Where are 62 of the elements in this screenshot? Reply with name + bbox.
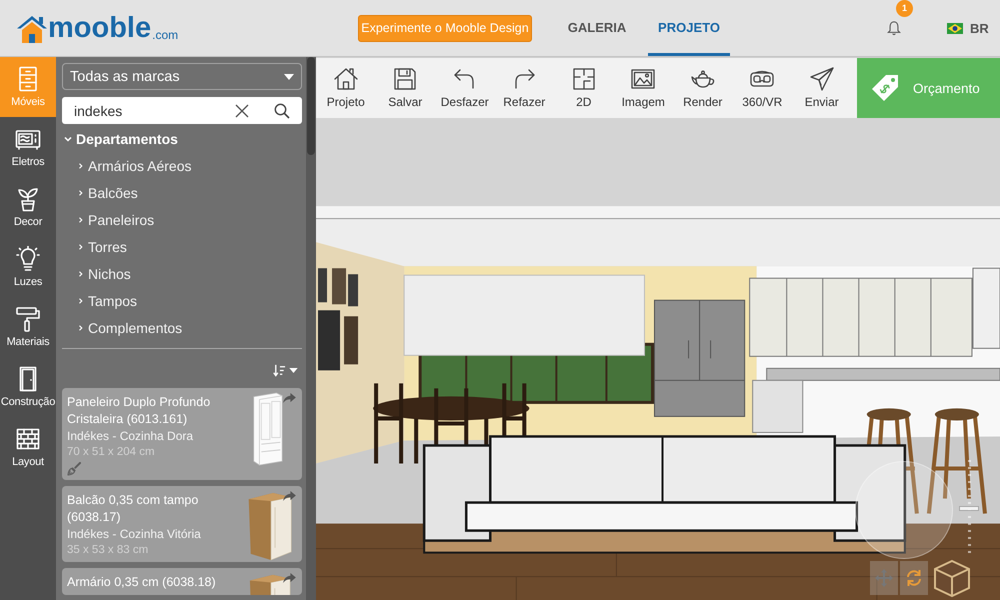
paper-plane-icon bbox=[808, 66, 835, 92]
search-field[interactable]: indekes bbox=[62, 97, 302, 124]
category-tab[interactable]: Construção bbox=[0, 357, 56, 417]
tree-item[interactable]: Paneleiros bbox=[62, 206, 302, 233]
tree-item[interactable]: Tampos bbox=[62, 287, 302, 314]
toolbar-button[interactable]: Projeto bbox=[316, 58, 376, 118]
toolbar-button[interactable]: 2D bbox=[554, 58, 614, 118]
category-tab[interactable]: Materiais bbox=[0, 297, 56, 357]
language-selector[interactable]: BR bbox=[970, 20, 989, 36]
product-brand: Indékes - Cozinha Vitória bbox=[67, 526, 201, 542]
zoom-thumb[interactable] bbox=[959, 506, 979, 510]
product-title: Balcão 0,35 com tampo (6038.17) bbox=[67, 492, 200, 526]
logo-domain: .com bbox=[152, 28, 178, 42]
share-arrow-icon[interactable] bbox=[283, 573, 296, 583]
toolbar-button[interactable]: 360/VR bbox=[732, 58, 792, 118]
wall-picture bbox=[318, 268, 328, 302]
brand-dropdown[interactable]: Todas as marcas bbox=[62, 63, 302, 90]
toolbar-button[interactable]: Enviar bbox=[792, 58, 852, 118]
category-tab[interactable]: Luzes bbox=[0, 237, 56, 297]
caret-down-icon bbox=[284, 74, 294, 80]
share-arrow-icon[interactable] bbox=[283, 491, 296, 501]
sort-icon bbox=[273, 364, 286, 376]
wall-picture bbox=[332, 268, 346, 304]
search-icon[interactable] bbox=[274, 102, 290, 118]
logo-wordmark: mooble bbox=[48, 14, 152, 42]
wall-picture bbox=[318, 310, 340, 370]
category-tab[interactable]: Eletros bbox=[0, 117, 56, 177]
wall-picture bbox=[348, 274, 358, 306]
toolbar-button[interactable]: Imagem bbox=[614, 58, 673, 118]
potted-plant-icon bbox=[15, 186, 41, 212]
category-tab[interactable]: Layout bbox=[0, 417, 56, 477]
paint-roller-icon bbox=[15, 306, 41, 332]
category-tab[interactable]: Decor bbox=[0, 177, 56, 237]
tree-item[interactable]: Complementos bbox=[62, 314, 302, 341]
bell-icon[interactable] bbox=[887, 20, 901, 36]
toolbar-button[interactable]: Render bbox=[673, 58, 732, 118]
product-title: Paneleiro Duplo Profundo Cristaleira (6013.161) bbox=[67, 394, 212, 428]
view-cube-icon[interactable] bbox=[932, 558, 972, 598]
brick-wall-icon bbox=[15, 426, 41, 452]
caret-down-icon bbox=[289, 368, 298, 372]
scrollbar-thumb[interactable] bbox=[307, 57, 315, 155]
floor-plan-icon bbox=[570, 66, 597, 92]
lightbulb-icon bbox=[15, 246, 41, 272]
home-icon bbox=[332, 66, 359, 92]
house-logo-icon bbox=[17, 14, 47, 42]
tree-item[interactable]: Armários Aéreos bbox=[62, 152, 302, 179]
tree-item[interactable]: Torres bbox=[62, 233, 302, 260]
toolbar-button[interactable]: Salvar bbox=[376, 58, 435, 118]
notification-badge: 1 bbox=[896, 0, 913, 17]
price-tag-icon bbox=[871, 74, 899, 102]
nav-tab[interactable]: GALERIA bbox=[556, 0, 638, 56]
clear-icon[interactable] bbox=[235, 104, 249, 118]
toolbar-button[interactable]: Desfazer bbox=[435, 58, 494, 118]
product-title: Armário 0,35 cm (6038.18) bbox=[67, 574, 216, 591]
toolbar-button[interactable]: Refazer bbox=[494, 58, 554, 118]
tree-item[interactable]: Nichos bbox=[62, 260, 302, 287]
share-arrow-icon[interactable] bbox=[283, 393, 296, 403]
brazil-flag-icon[interactable] bbox=[947, 22, 963, 34]
wall-picture bbox=[344, 316, 358, 364]
tree-item[interactable]: Balcões bbox=[62, 179, 302, 206]
product-brand: Indékes - Cozinha Dora bbox=[67, 428, 194, 444]
tree-item[interactable]: Departamentos bbox=[62, 125, 302, 152]
